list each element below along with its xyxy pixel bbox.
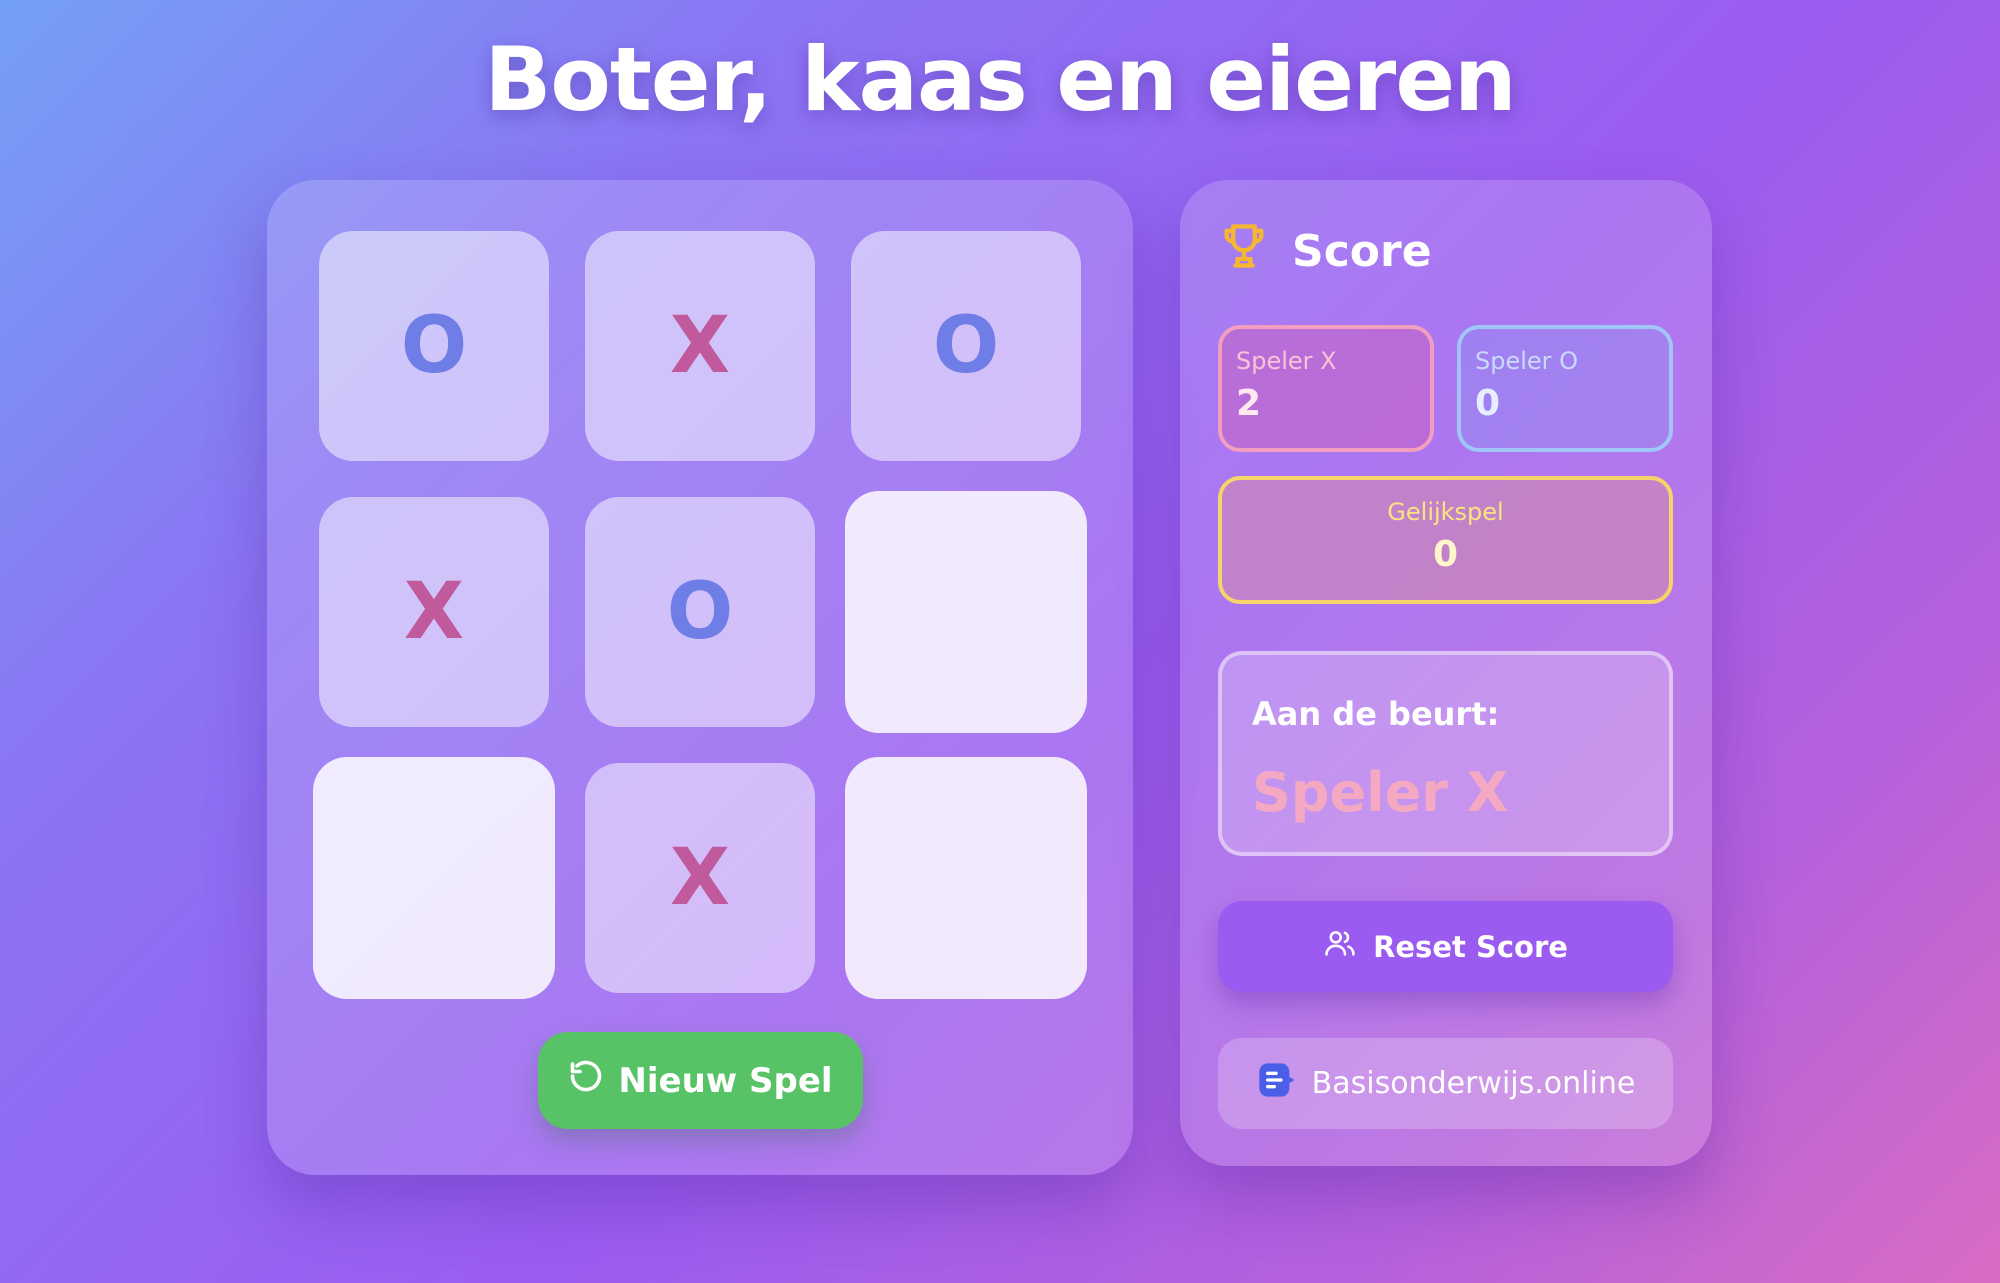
new-game-label: Nieuw Spel <box>618 1060 833 1101</box>
board-cell-9[interactable] <box>845 757 1087 999</box>
score-card-player-x: Speler X 2 <box>1218 325 1434 452</box>
board-cell-8[interactable]: X <box>585 763 815 993</box>
board-cell-1[interactable]: O <box>319 231 549 461</box>
trophy-icon <box>1218 220 1270 283</box>
board-cell-6[interactable] <box>845 491 1087 733</box>
brand-logo-icon <box>1256 1060 1296 1108</box>
player-o-label: Speler O <box>1475 347 1579 375</box>
board-cell-2[interactable]: X <box>585 231 815 461</box>
refresh-icon <box>568 1058 604 1103</box>
score-header: Score <box>1218 220 1432 283</box>
brand-link[interactable]: Basisonderwijs.online <box>1218 1038 1673 1129</box>
player-x-score: 2 <box>1236 383 1262 424</box>
board-cell-3[interactable]: O <box>851 231 1081 461</box>
score-heading: Score <box>1292 226 1432 277</box>
current-player: Speler X <box>1252 761 1509 824</box>
users-icon <box>1323 926 1357 967</box>
turn-indicator: Aan de beurt: Speler X <box>1218 651 1673 856</box>
draw-score: 0 <box>1432 534 1459 575</box>
board-cell-5[interactable]: O <box>585 497 815 727</box>
new-game-button[interactable]: Nieuw Spel <box>538 1032 863 1129</box>
board-cell-4[interactable]: X <box>319 497 549 727</box>
player-o-score: 0 <box>1475 383 1501 424</box>
brand-label: Basisonderwijs.online <box>1311 1066 1636 1101</box>
player-x-label: Speler X <box>1236 347 1337 375</box>
draw-label: Gelijkspel <box>1387 498 1504 526</box>
reset-score-label: Reset Score <box>1373 929 1568 964</box>
score-card-player-o: Speler O 0 <box>1457 325 1673 452</box>
board-cell-7[interactable] <box>313 757 555 999</box>
turn-label: Aan de beurt: <box>1252 695 1500 733</box>
page-title: Boter, kaas en eieren <box>484 28 1516 131</box>
score-card-draw: Gelijkspel 0 <box>1218 476 1673 604</box>
reset-score-button[interactable]: Reset Score <box>1218 901 1673 992</box>
